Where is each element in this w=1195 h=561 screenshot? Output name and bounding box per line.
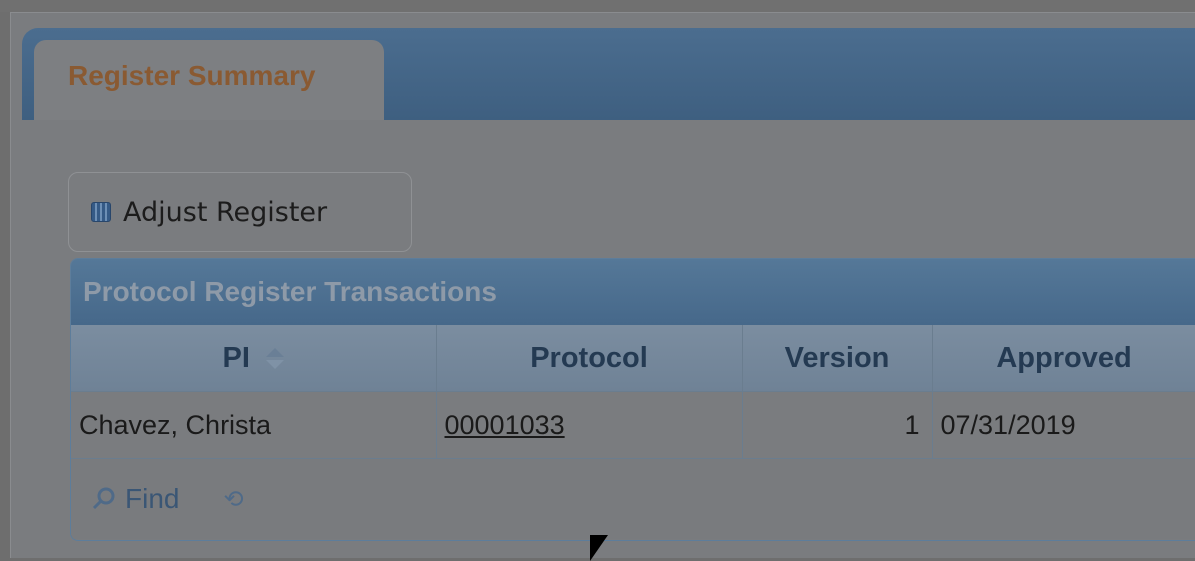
header-row: PI Protocol Version Approved: [71, 325, 1195, 392]
find-label: Find: [125, 483, 180, 514]
cell-version: 1: [742, 391, 933, 459]
mouse-cursor-icon: [590, 535, 608, 561]
table-row[interactable]: Chavez, Christa 00001033 1 07/31/2019: [71, 391, 1195, 459]
protocol-register-grid: Protocol Register Transactions PI Protoc…: [70, 258, 1195, 541]
register-grid-icon: [91, 202, 111, 222]
cell-protocol: 00001033: [436, 391, 743, 459]
grid-caption: Protocol Register Transactions: [71, 259, 1195, 325]
sort-ascending-icon[interactable]: [265, 346, 284, 372]
refresh-icon[interactable]: ⟲: [223, 485, 243, 514]
column-header-version[interactable]: Version: [742, 325, 933, 392]
column-header-pi-label: PI: [222, 341, 250, 374]
cell-pi: Chavez, Christa: [71, 391, 437, 459]
cell-approved: 07/31/2019: [932, 391, 1195, 459]
column-header-protocol[interactable]: Protocol: [436, 325, 743, 392]
adjust-register-label: Adjust Register: [123, 196, 328, 228]
tab-register-summary[interactable]: Register Summary: [34, 40, 384, 120]
column-header-pi[interactable]: PI: [71, 325, 437, 392]
grid-pager: Find ⟲: [71, 459, 1195, 539]
adjust-register-button[interactable]: Adjust Register: [68, 172, 412, 252]
column-header-approved[interactable]: Approved: [932, 325, 1195, 392]
tab-label: Register Summary: [68, 60, 316, 91]
protocol-link[interactable]: 00001033: [445, 410, 565, 440]
find-button[interactable]: Find: [91, 483, 179, 515]
top-strip: [0, 0, 1195, 12]
register-table: PI Protocol Version Approved Chavez, Chr…: [71, 325, 1195, 459]
search-icon: [92, 487, 115, 510]
